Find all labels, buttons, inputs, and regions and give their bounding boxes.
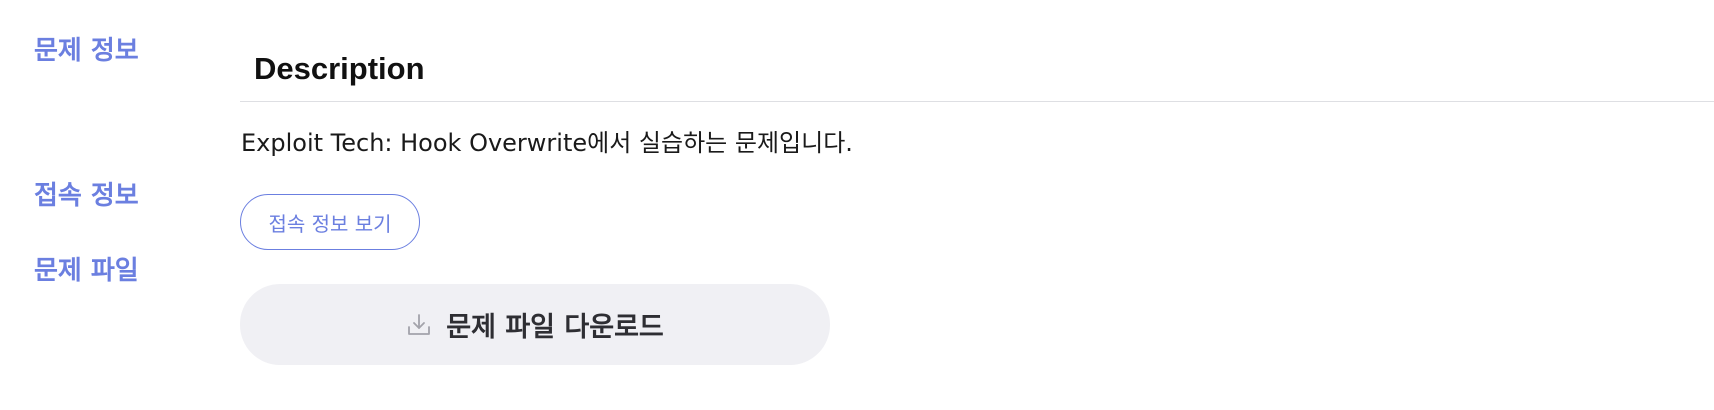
description-divider [240,101,1714,102]
description-text: Exploit Tech: Hook Overwrite에서 실습하는 문제입니… [241,129,853,157]
view-access-info-button[interactable]: 접속 정보 보기 [240,194,420,250]
section-label-access-info: 접속 정보 [34,181,139,211]
download-button-label: 문제 파일 다운로드 [446,312,664,343]
section-label-problem-info: 문제 정보 [34,36,139,66]
download-icon [406,312,432,338]
section-label-problem-file: 문제 파일 [34,256,139,286]
download-problem-file-button[interactable]: 문제 파일 다운로드 [240,284,830,365]
description-heading: Description [254,51,425,86]
